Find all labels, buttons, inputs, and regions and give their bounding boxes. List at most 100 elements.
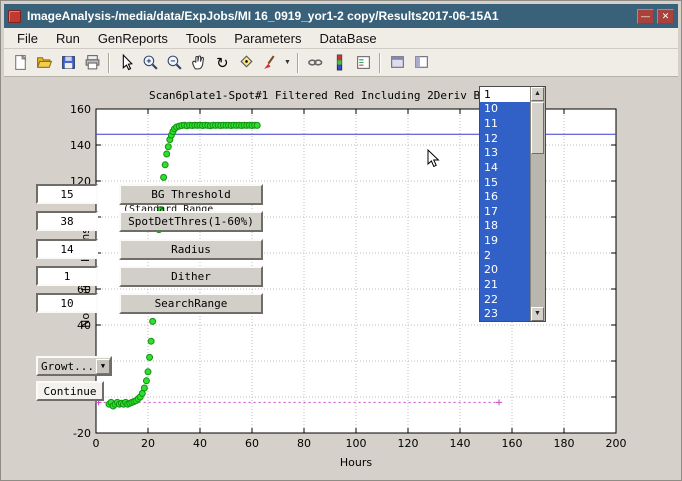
svg-text:200: 200 <box>606 437 627 450</box>
window-buttons: — ✕ <box>637 9 674 24</box>
legend-icon <box>355 54 372 71</box>
list-item-1[interactable]: 1 <box>480 87 530 102</box>
data-cursor-button[interactable] <box>234 51 258 75</box>
svg-text:20: 20 <box>141 437 155 450</box>
brush-dropdown-button[interactable]: ▼ <box>282 51 293 75</box>
scroll-down-button[interactable]: ▼ <box>531 307 544 321</box>
list-item-18[interactable]: 18 <box>480 219 530 234</box>
list-item-19[interactable]: 19 <box>480 233 530 248</box>
list-item-21[interactable]: 21 <box>480 277 530 292</box>
dither-field[interactable] <box>36 266 98 286</box>
svg-text:↻: ↻ <box>216 54 228 71</box>
list-item-2[interactable]: 2 <box>480 248 530 263</box>
list-item-17[interactable]: 17 <box>480 204 530 219</box>
toolbar: ↻▼ <box>4 49 678 77</box>
colorbar-button[interactable] <box>327 51 351 75</box>
dither-button[interactable]: Dither <box>119 266 263 287</box>
scroll-down-icon: ▼ <box>534 310 541 317</box>
menu-database[interactable]: DataBase <box>310 29 385 48</box>
title-bar: ImageAnalysis-/media/data/ExpJobs/MI 16_… <box>4 4 678 28</box>
growth-dropdown-label: Growt... <box>41 360 94 373</box>
zoom-in-icon <box>142 54 159 71</box>
save-button[interactable] <box>56 51 80 75</box>
svg-text:140: 140 <box>70 139 91 152</box>
open-button[interactable] <box>32 51 56 75</box>
svg-text:60: 60 <box>245 437 259 450</box>
edit-arrow-button[interactable] <box>114 51 138 75</box>
growth-dropdown-button[interactable]: Growt... ▼ <box>36 356 112 376</box>
menu-genreports[interactable]: GenReports <box>89 29 177 48</box>
rotate-button[interactable]: ↻ <box>210 51 234 75</box>
menu-run[interactable]: Run <box>47 29 89 48</box>
plot-area[interactable]: 020406080100120140160180200-200204060801… <box>4 77 678 477</box>
figure-area: 020406080100120140160180200-200204060801… <box>4 77 678 477</box>
list-item-13[interactable]: 13 <box>480 146 530 161</box>
list-scrollbar[interactable]: ▲ ▼ <box>530 87 545 321</box>
window-title: ImageAnalysis-/media/data/ExpJobs/MI 16_… <box>27 9 631 23</box>
scroll-thumb[interactable] <box>531 102 544 154</box>
toolbar-separator <box>379 53 381 73</box>
svg-text:100: 100 <box>346 437 367 450</box>
list-item-14[interactable]: 14 <box>480 160 530 175</box>
list-item-16[interactable]: 16 <box>480 189 530 204</box>
pan-button[interactable] <box>186 51 210 75</box>
svg-text:140: 140 <box>450 437 471 450</box>
zoom-out-button[interactable] <box>162 51 186 75</box>
list-item-22[interactable]: 22 <box>480 292 530 307</box>
hide-plot-tools-button[interactable] <box>385 51 409 75</box>
zoom-in-button[interactable] <box>138 51 162 75</box>
continue-button[interactable]: Continue <box>36 381 104 401</box>
rotate-icon: ↻ <box>214 54 231 71</box>
radius-field[interactable] <box>36 239 98 259</box>
bg-threshold-field[interactable] <box>36 184 98 204</box>
svg-text:-20: -20 <box>73 427 91 440</box>
list-item-15[interactable]: 15 <box>480 175 530 190</box>
window-icon <box>8 10 21 23</box>
close-button[interactable]: ✕ <box>657 9 674 24</box>
menu-tools[interactable]: Tools <box>177 29 225 48</box>
print-icon <box>84 54 101 71</box>
list-item-20[interactable]: 20 <box>480 263 530 278</box>
searchrange-button[interactable]: SearchRange <box>119 293 263 314</box>
toolbar-separator <box>108 53 110 73</box>
scan-list-items: 110111213141516171819220212223 <box>480 87 530 321</box>
list-item-12[interactable]: 12 <box>480 131 530 146</box>
svg-text:160: 160 <box>70 103 91 116</box>
menu-bar: FileRunGenReportsToolsParametersDataBase <box>4 28 678 49</box>
colorbar-icon <box>331 54 348 71</box>
bg-threshold-button[interactable]: BG Threshold <box>119 184 263 205</box>
minimize-button[interactable]: — <box>637 9 654 24</box>
searchrange-field[interactable] <box>36 293 98 313</box>
svg-text:Scan6plate1-Spot#1 Filtered Re: Scan6plate1-Spot#1 Filtered Red Includin… <box>149 89 487 102</box>
legend-button[interactable] <box>351 51 375 75</box>
data-cursor-icon <box>238 54 255 71</box>
new-button[interactable] <box>8 51 32 75</box>
open-icon <box>36 54 53 71</box>
svg-text:0: 0 <box>93 437 100 450</box>
edit-arrow-icon <box>118 54 135 71</box>
menu-file[interactable]: File <box>8 29 47 48</box>
list-item-11[interactable]: 11 <box>480 116 530 131</box>
list-item-10[interactable]: 10 <box>480 102 530 117</box>
menu-parameters[interactable]: Parameters <box>225 29 310 48</box>
app-window: ImageAnalysis-/media/data/ExpJobs/MI 16_… <box>0 0 682 481</box>
radius-button[interactable]: Radius <box>119 239 263 260</box>
link-plots-icon <box>307 54 324 71</box>
svg-text:120: 120 <box>398 437 419 450</box>
brush-icon <box>262 54 279 71</box>
spotdetthres-1-60-field[interactable] <box>36 211 98 231</box>
spotdetthres-1-60-button[interactable]: SpotDetThres(1-60%) <box>119 211 263 232</box>
svg-text:Hours: Hours <box>340 456 372 469</box>
scroll-up-button[interactable]: ▲ <box>531 87 544 101</box>
svg-text:80: 80 <box>297 437 311 450</box>
brush-button[interactable] <box>258 51 282 75</box>
mouse-cursor <box>427 149 440 168</box>
toolbar-separator <box>297 53 299 73</box>
list-item-23[interactable]: 23 <box>480 306 530 321</box>
pan-icon <box>190 54 207 71</box>
link-plots-button[interactable] <box>303 51 327 75</box>
show-plot-tools-button[interactable] <box>409 51 433 75</box>
svg-text:40: 40 <box>193 437 207 450</box>
print-button[interactable] <box>80 51 104 75</box>
svg-text:180: 180 <box>554 437 575 450</box>
